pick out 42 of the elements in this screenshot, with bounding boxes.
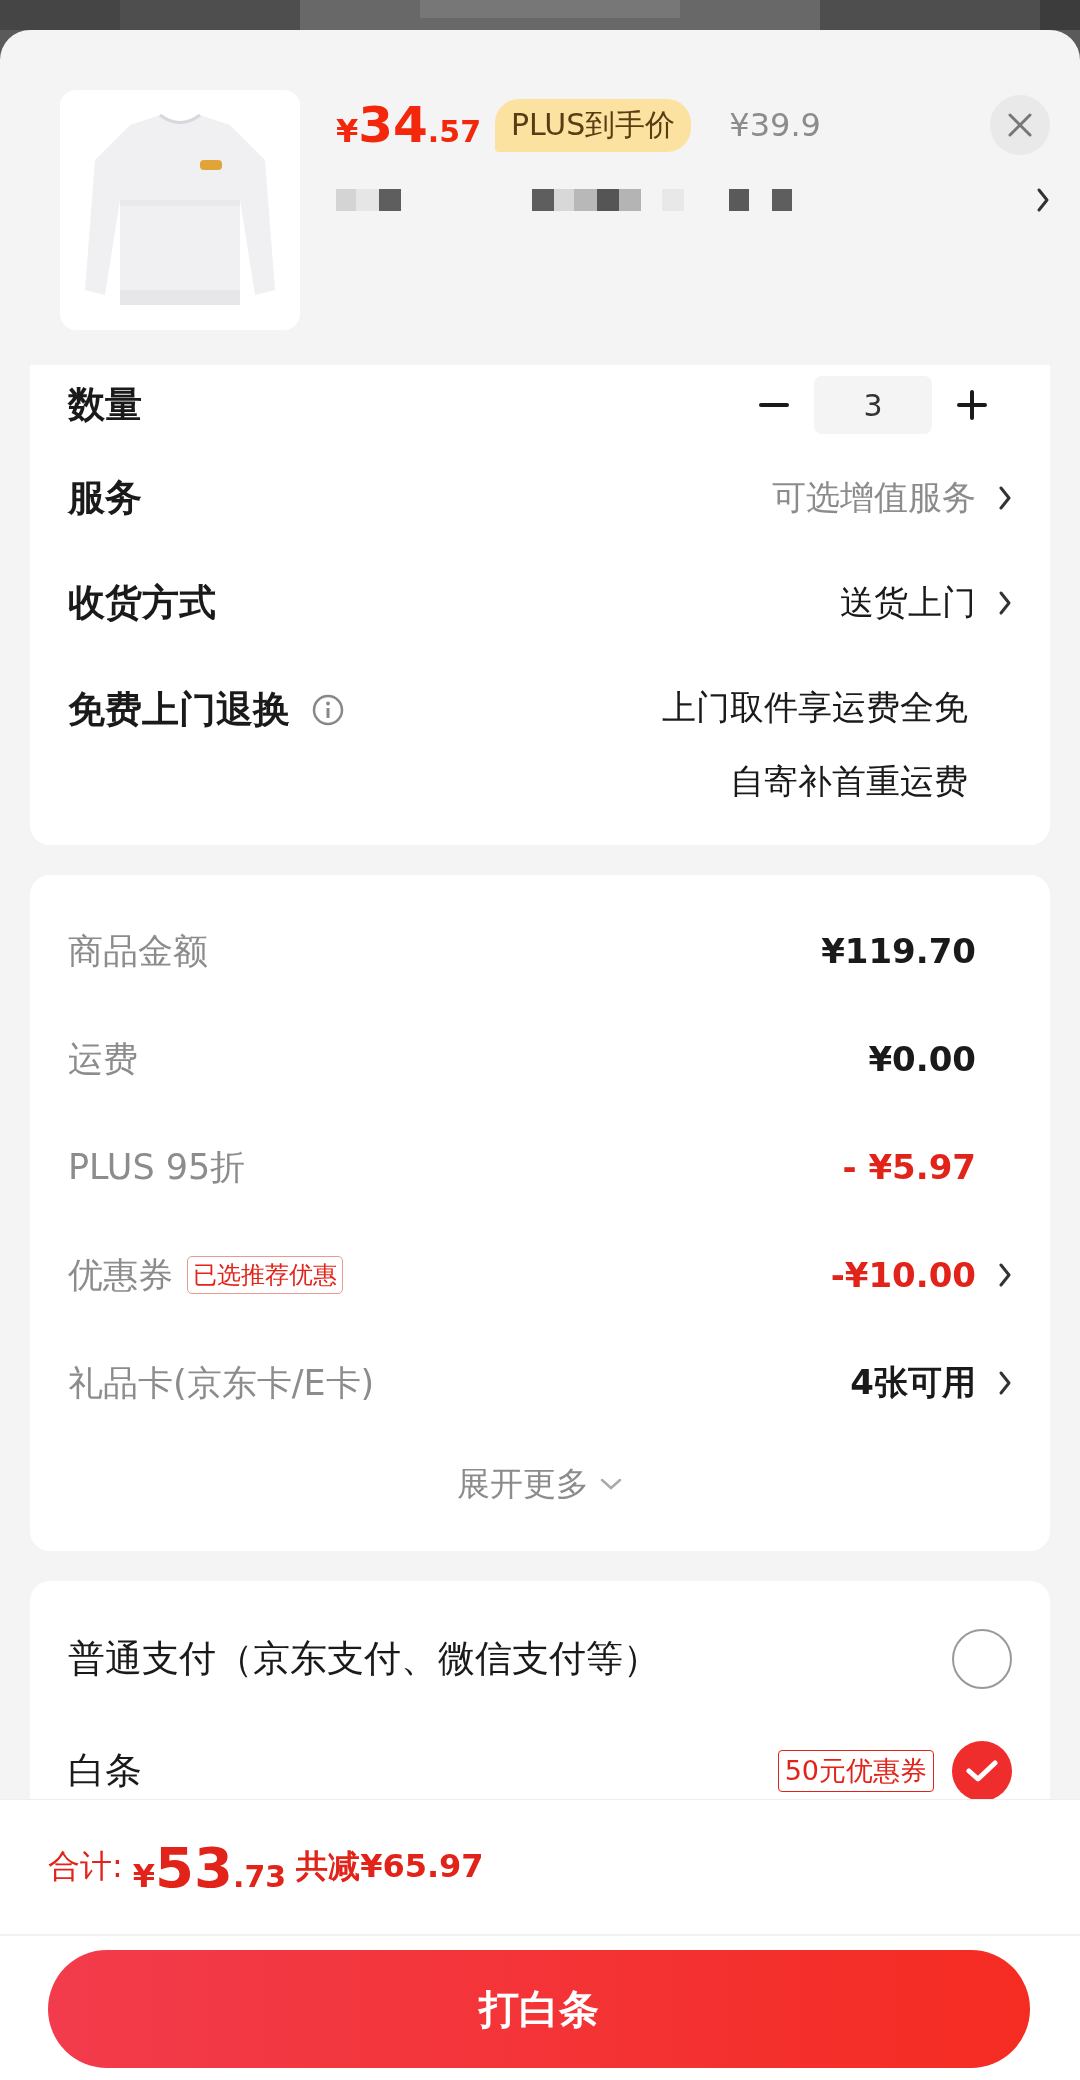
- chevron-right-icon[interactable]: [998, 1262, 1012, 1288]
- amount-label: 礼品卡(京东卡/E卡): [68, 1361, 375, 1405]
- radio-button[interactable]: [952, 1741, 1012, 1799]
- amount-value: - ¥5.97: [842, 1147, 976, 1187]
- plus-icon: [957, 390, 987, 420]
- info-icon: [312, 694, 344, 726]
- total-price: ¥53.73: [132, 1834, 287, 1900]
- current-price: ¥34.57: [336, 96, 481, 154]
- amount-value: -¥10.00: [830, 1255, 976, 1295]
- row-label: 服务: [68, 474, 142, 521]
- minus-icon: [759, 403, 789, 407]
- radio-button[interactable]: [952, 1629, 1012, 1689]
- price-badge: PLUS到手价: [495, 98, 692, 152]
- payment-option-label[interactable]: 普通支付（京东支付、微信支付等）: [68, 1634, 660, 1684]
- quantity-field[interactable]: 3: [814, 376, 932, 434]
- payment-option-label[interactable]: 白条: [68, 1746, 142, 1796]
- coupon-tag: 50元优惠券: [777, 1750, 934, 1792]
- chevron-right-icon[interactable]: [1036, 187, 1050, 213]
- info-text: 自寄补首重运费: [730, 760, 968, 803]
- chevron-right-icon[interactable]: [998, 1370, 1012, 1396]
- info-text: 上门取件享运费全免: [662, 686, 968, 729]
- total-label: 合计:: [48, 1846, 123, 1887]
- chevron-down-icon: [599, 1477, 623, 1491]
- original-price: ¥39.9: [729, 106, 821, 144]
- amount-label: 商品金额: [68, 929, 208, 973]
- saved-amount: 共减¥65.97: [296, 1846, 484, 1887]
- amount-value: ¥0.00: [868, 1039, 976, 1079]
- chevron-right-icon: [998, 589, 1012, 616]
- amount-label: 优惠券: [68, 1253, 173, 1297]
- pay-button[interactable]: 打白条: [48, 1950, 1030, 2068]
- row-value[interactable]: 送货上门: [840, 579, 976, 626]
- coupon-tag: 已选推荐优惠: [187, 1256, 343, 1294]
- amount-value: 4张可用: [850, 1361, 976, 1404]
- row-label: 免费上门退换: [68, 687, 290, 733]
- row-label: 收货方式: [68, 579, 216, 626]
- amount-label: PLUS 95折: [68, 1145, 246, 1189]
- close-icon: [1007, 112, 1033, 138]
- checkmark-icon: [966, 1759, 998, 1783]
- row-label: 数量: [68, 382, 142, 428]
- chevron-right-icon: [998, 484, 1012, 511]
- amount-value: ¥119.70: [821, 931, 976, 971]
- amount-label: 运费: [68, 1037, 138, 1081]
